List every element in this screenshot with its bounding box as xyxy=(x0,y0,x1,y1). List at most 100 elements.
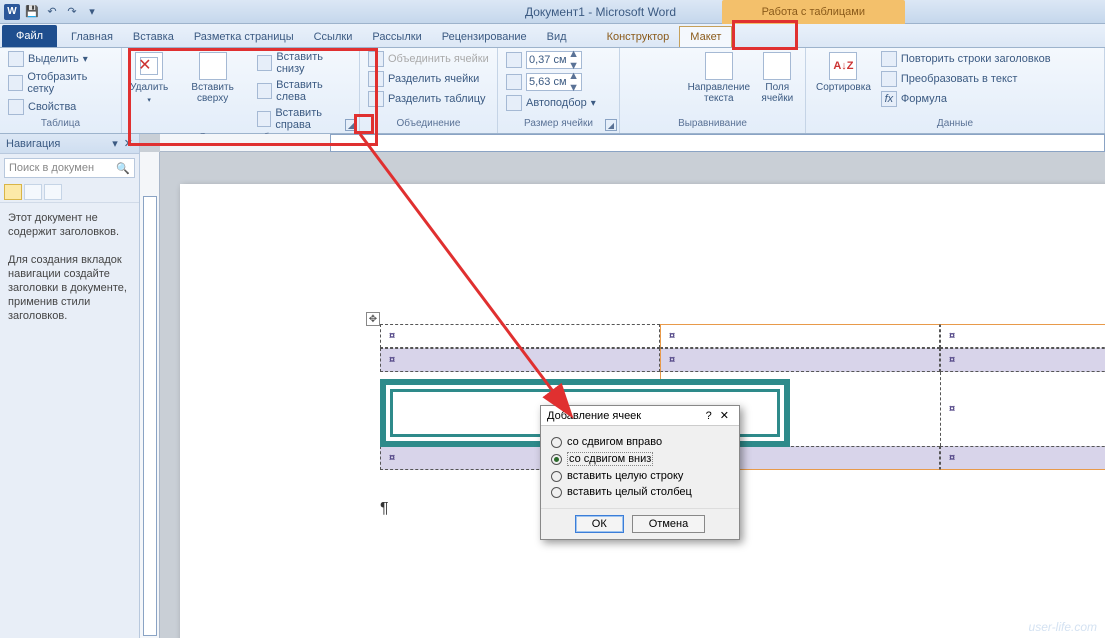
align-mr[interactable] xyxy=(664,69,682,87)
nav-view-pages[interactable] xyxy=(24,184,42,200)
save-icon[interactable]: 💾 xyxy=(24,4,40,20)
tab-mailings[interactable]: Рассылки xyxy=(362,27,431,47)
qat-dropdown-icon[interactable]: ▾ xyxy=(84,4,100,20)
radio-shift-right[interactable]: со сдвигом вправо xyxy=(551,434,729,450)
row-height-field[interactable]: 0,37 см▲▼ xyxy=(504,50,598,70)
table-cell[interactable]: ¤ xyxy=(940,446,1105,470)
autofit-button[interactable]: Автоподбор ▾ xyxy=(504,94,598,112)
redo-icon[interactable]: ↷ xyxy=(64,4,80,20)
autofit-icon xyxy=(506,95,522,111)
cell-margins-button[interactable]: Поля ячейки xyxy=(756,50,799,106)
tab-file[interactable]: Файл xyxy=(2,25,57,47)
dialog-buttons: ОК Отмена xyxy=(541,508,739,539)
tab-review[interactable]: Рецензирование xyxy=(432,27,537,47)
tab-view[interactable]: Вид xyxy=(537,27,577,47)
table-cell[interactable]: ¤ xyxy=(660,348,940,372)
insert-left-button[interactable]: Вставить слева xyxy=(255,78,353,104)
tab-home[interactable]: Главная xyxy=(61,27,123,47)
delete-button[interactable]: ✕ Удалить▾ xyxy=(128,50,170,108)
ok-button[interactable]: ОК xyxy=(575,515,624,533)
cursor-icon xyxy=(8,51,24,67)
insert-above-button[interactable]: Вставить сверху xyxy=(174,50,251,106)
align-tr[interactable] xyxy=(664,50,682,68)
radio-insert-column[interactable]: вставить целый столбец xyxy=(551,484,729,500)
gridlines-button[interactable]: Отобразить сетку xyxy=(6,70,115,96)
merge-cells-button[interactable]: Объединить ячейки xyxy=(366,50,491,68)
dialog-body: со сдвигом вправо со сдвигом вниз встави… xyxy=(541,426,739,508)
table-cell[interactable]: ¤ xyxy=(940,324,1105,348)
tab-table-layout[interactable]: Макет xyxy=(679,26,732,47)
group-alignment: Направление текста Поля ячейки Выравнива… xyxy=(620,48,806,133)
height-icon xyxy=(506,52,522,68)
radio-insert-row[interactable]: вставить целую строку xyxy=(551,468,729,484)
dialog-close-button[interactable]: ✕ xyxy=(716,409,733,422)
table-cell[interactable]: ¤ xyxy=(940,372,1105,446)
group-merge: Объединить ячейки Разделить ячейки Разде… xyxy=(360,48,498,133)
table-cell[interactable]: ¤ xyxy=(940,348,1105,372)
convert-icon xyxy=(881,71,897,87)
align-tl[interactable] xyxy=(626,50,644,68)
group-cellsize-label: Размер ячейки xyxy=(504,118,613,131)
insert-below-button[interactable]: Вставить снизу xyxy=(255,50,353,76)
cellsize-dialog-launcher[interactable]: ◢ xyxy=(605,119,617,131)
nav-view-headings[interactable] xyxy=(4,184,22,200)
contextual-tab-group: Работа с таблицами xyxy=(722,0,905,24)
nav-search-placeholder: Поиск в докумен xyxy=(9,162,94,174)
tab-page-layout[interactable]: Разметка страницы xyxy=(184,27,304,47)
table-cell[interactable]: ¤ xyxy=(660,324,940,348)
sort-button[interactable]: A↓ZСортировка xyxy=(812,50,875,95)
text-direction-icon xyxy=(705,52,733,80)
table-cell[interactable]: ¤ xyxy=(380,324,660,348)
insert-left-icon xyxy=(257,83,272,99)
select-button[interactable]: Выделить ▾ xyxy=(6,50,115,68)
radio-icon xyxy=(551,471,562,482)
nav-view-results[interactable] xyxy=(44,184,62,200)
cancel-button[interactable]: Отмена xyxy=(632,515,705,533)
properties-button[interactable]: Свойства xyxy=(6,98,115,116)
align-br[interactable] xyxy=(664,88,682,106)
insert-below-icon xyxy=(257,55,272,71)
rowscols-dialog-launcher[interactable]: ◢ xyxy=(345,119,357,131)
table-move-handle[interactable]: ✥ xyxy=(366,312,380,326)
col-width-field[interactable]: 5,63 см▲▼ xyxy=(504,72,598,92)
ribbon-tabs: Файл Главная Вставка Разметка страницы С… xyxy=(0,24,1105,48)
table-row: ¤ ¤ xyxy=(380,446,1105,470)
radio-icon xyxy=(551,437,562,448)
align-bc[interactable] xyxy=(645,88,663,106)
group-table-label: Таблица xyxy=(6,118,115,131)
formula-button[interactable]: fxФормула xyxy=(879,90,1053,108)
tab-insert[interactable]: Вставка xyxy=(123,27,184,47)
tab-table-design[interactable]: Конструктор xyxy=(597,27,680,47)
undo-icon[interactable]: ↶ xyxy=(44,4,60,20)
dialog-titlebar[interactable]: Добавление ячеек ? ✕ xyxy=(541,406,739,426)
repeat-header-button[interactable]: Повторить строки заголовков xyxy=(879,50,1053,68)
window-title: Документ1 - Microsoft Word xyxy=(100,5,1101,19)
grid-icon xyxy=(8,75,23,91)
nav-text-1: Этот документ не содержит заголовков. xyxy=(8,211,131,239)
split-table-button[interactable]: Разделить таблицу xyxy=(366,90,491,108)
align-tc[interactable] xyxy=(645,50,663,68)
group-merge-label: Объединение xyxy=(366,118,491,131)
align-bl[interactable] xyxy=(626,88,644,106)
vertical-ruler[interactable] xyxy=(140,152,160,638)
merge-icon xyxy=(368,51,384,67)
group-align-label: Выравнивание xyxy=(626,118,799,131)
tab-references[interactable]: Ссылки xyxy=(304,27,363,47)
split-cells-button[interactable]: Разделить ячейки xyxy=(366,70,491,88)
radio-shift-down[interactable]: со сдвигом вниз xyxy=(551,450,729,468)
horizontal-ruler[interactable] xyxy=(160,134,1105,152)
dialog-help-button[interactable]: ? xyxy=(702,410,716,422)
insert-right-button[interactable]: Вставить справа xyxy=(255,106,353,132)
nav-dropdown-icon[interactable]: ▾ xyxy=(112,137,118,150)
table-row: ¤ ¤ ¤ xyxy=(380,348,1105,372)
insert-right-icon xyxy=(257,111,271,127)
paragraph-mark: ¶ xyxy=(380,500,389,518)
nav-search-input[interactable]: Поиск в докумен 🔍 xyxy=(4,158,135,178)
table-cell[interactable]: ¤ xyxy=(380,348,660,372)
word-icon: W xyxy=(4,4,20,20)
nav-view-tabs xyxy=(0,182,139,203)
align-ml[interactable] xyxy=(626,69,644,87)
convert-text-button[interactable]: Преобразовать в текст xyxy=(879,70,1053,88)
align-mc[interactable] xyxy=(645,69,663,87)
text-direction-button[interactable]: Направление текста xyxy=(686,50,752,106)
